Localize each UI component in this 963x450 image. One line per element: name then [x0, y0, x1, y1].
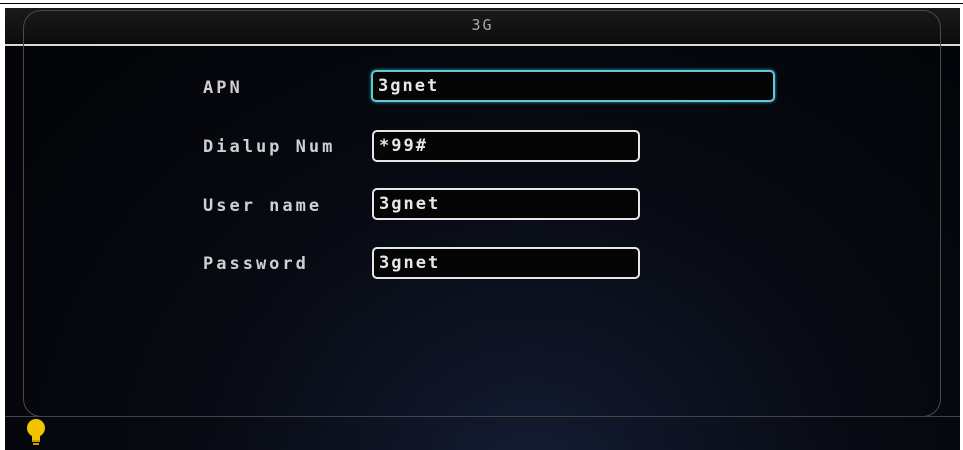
- apn-field[interactable]: 3gnet: [371, 70, 775, 102]
- lightbulb-icon: [27, 419, 45, 445]
- password-field[interactable]: 3gnet: [372, 247, 640, 279]
- window-title: 3G: [471, 16, 494, 34]
- top-divider: [0, 3, 963, 4]
- user-name-field[interactable]: 3gnet: [372, 188, 640, 220]
- password-label: Password: [203, 254, 309, 274]
- dialup-num-label: Dialup Num: [203, 137, 336, 157]
- title-bar: 3G: [5, 8, 960, 46]
- screen: 3G APN 3gnet Dialup Num *99# User name 3…: [0, 0, 963, 450]
- status-divider: [5, 416, 960, 417]
- dialup-num-field[interactable]: *99#: [372, 130, 640, 162]
- settings-window: 3G APN 3gnet Dialup Num *99# User name 3…: [5, 8, 960, 450]
- user-name-label: User name: [203, 196, 323, 216]
- apn-label: APN: [203, 78, 243, 98]
